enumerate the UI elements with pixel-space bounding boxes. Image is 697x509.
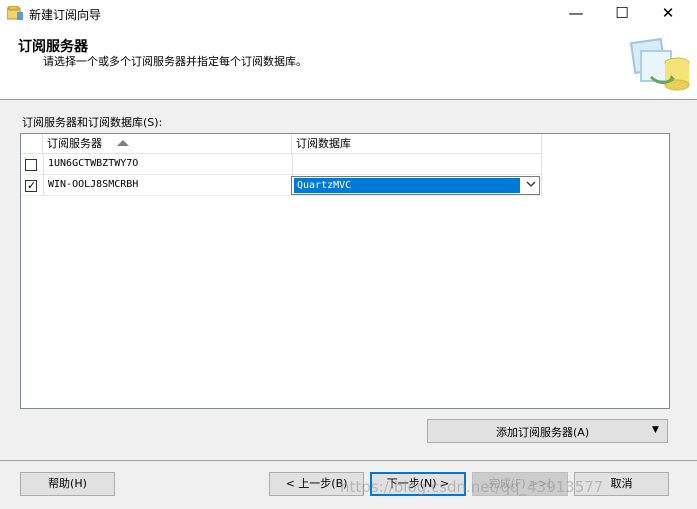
column-divider <box>43 154 44 196</box>
checkmark-icon: ✓ <box>27 179 37 192</box>
grid-label: 订阅服务器和订阅数据库(S): <box>22 116 163 129</box>
column-header-checkbox[interactable] <box>21 134 43 154</box>
help-button[interactable]: 帮助(H) <box>20 472 115 496</box>
row-checkbox[interactable]: ✓ <box>25 179 37 192</box>
column-header-database[interactable]: 订阅数据库 <box>292 134 542 154</box>
minimize-icon[interactable]: — <box>553 0 599 28</box>
server-name-cell: WIN-OOLJ8SMCRBH <box>48 179 139 190</box>
dropdown-arrow-icon[interactable]: ▼ <box>652 425 659 435</box>
page-subtitle: 请选择一个或多个订阅服务器并指定每个订阅数据库。 <box>43 55 307 68</box>
chevron-down-icon[interactable] <box>523 177 539 194</box>
watermark-text: https://blog.csdn.net/qq_43913577 <box>340 478 604 496</box>
row-checkbox[interactable] <box>25 159 37 171</box>
column-divider <box>541 154 542 196</box>
database-banner-icon <box>627 33 691 95</box>
sort-ascending-icon <box>117 140 129 146</box>
close-icon[interactable]: ✕ <box>645 0 691 28</box>
add-subscriber-label: 添加订阅服务器(A) <box>496 426 590 439</box>
database-dropdown-value[interactable]: QuartzMVC <box>294 178 520 193</box>
wizard-app-icon <box>6 5 23 20</box>
column-header-server[interactable]: 订阅服务器 <box>43 134 292 154</box>
server-name-cell: 1UN6GCTWBZTWY7O <box>48 158 139 169</box>
window-title: 新建订阅向导 <box>29 8 102 22</box>
maximize-icon[interactable]: ☐ <box>599 0 645 28</box>
